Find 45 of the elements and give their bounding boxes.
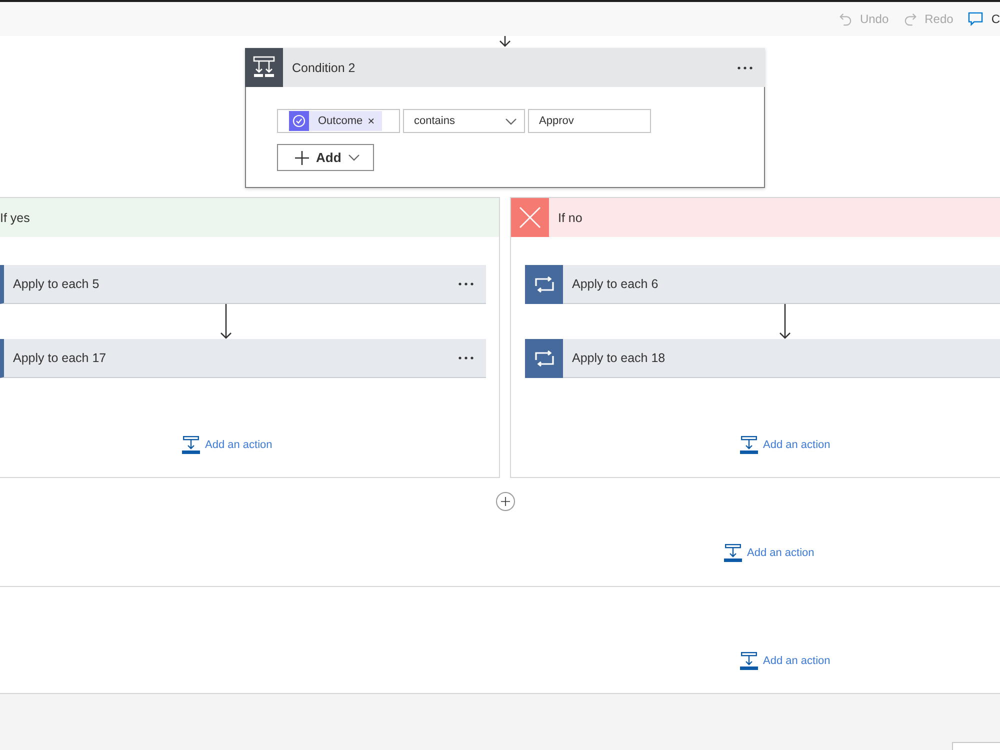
add-action-icon (182, 436, 200, 454)
condition-title: Condition 2 (292, 60, 356, 74)
add-action-icon (740, 436, 758, 454)
comment-icon (968, 12, 984, 26)
add-action-button[interactable]: Add an action (182, 436, 272, 454)
remove-token-button[interactable]: × (368, 114, 382, 128)
condition-value-field[interactable]: Outcome × (277, 109, 400, 133)
action-title: Apply to each 18 (572, 351, 666, 365)
approval-icon (289, 111, 309, 131)
branch-title: If yes (0, 210, 30, 224)
more-icon (737, 66, 753, 70)
branch-title: If no (558, 210, 582, 224)
card-header[interactable]: Condition 2 (245, 48, 765, 87)
comment-button[interactable]: C (968, 12, 1000, 26)
chevron-down-icon (505, 118, 517, 124)
loop-icon (525, 338, 563, 378)
add-action-button[interactable]: Add an action (740, 652, 830, 670)
action-title: Apply to each 5 (13, 277, 100, 291)
action-card[interactable]: Apply to each 17 (0, 339, 486, 378)
plus-icon (501, 497, 510, 506)
undo-icon (838, 12, 852, 26)
plus-icon (295, 150, 309, 164)
token-chip[interactable]: Outcome × (289, 111, 382, 131)
value-field[interactable]: Approv (528, 109, 651, 133)
token-label: Outcome (317, 115, 364, 127)
action-title: Apply to each 6 (572, 277, 660, 291)
action-card[interactable]: Apply to each 5 (0, 265, 486, 304)
action-title: Apply to each 17 (13, 351, 108, 365)
add-action-icon (740, 652, 758, 670)
redo-icon (904, 12, 917, 26)
add-action-icon (724, 544, 742, 562)
add-button[interactable]: Add (277, 144, 374, 171)
action-card[interactable]: Apply to each 18 (525, 339, 1000, 378)
insert-step-button[interactable] (496, 492, 515, 511)
chevron-down-icon (348, 154, 360, 161)
connector-arrow (499, 36, 511, 47)
more-icon (458, 356, 474, 360)
add-action-button[interactable]: Add an action (724, 544, 814, 562)
operator-dropdown[interactable]: contains (403, 109, 525, 133)
loop-icon (525, 264, 563, 304)
add-action-button[interactable]: Add an action (740, 436, 830, 454)
more-icon (458, 282, 474, 286)
action-card[interactable]: Apply to each 6 (525, 265, 1000, 304)
connector-arrow (779, 304, 791, 339)
connector-arrow (220, 304, 232, 339)
